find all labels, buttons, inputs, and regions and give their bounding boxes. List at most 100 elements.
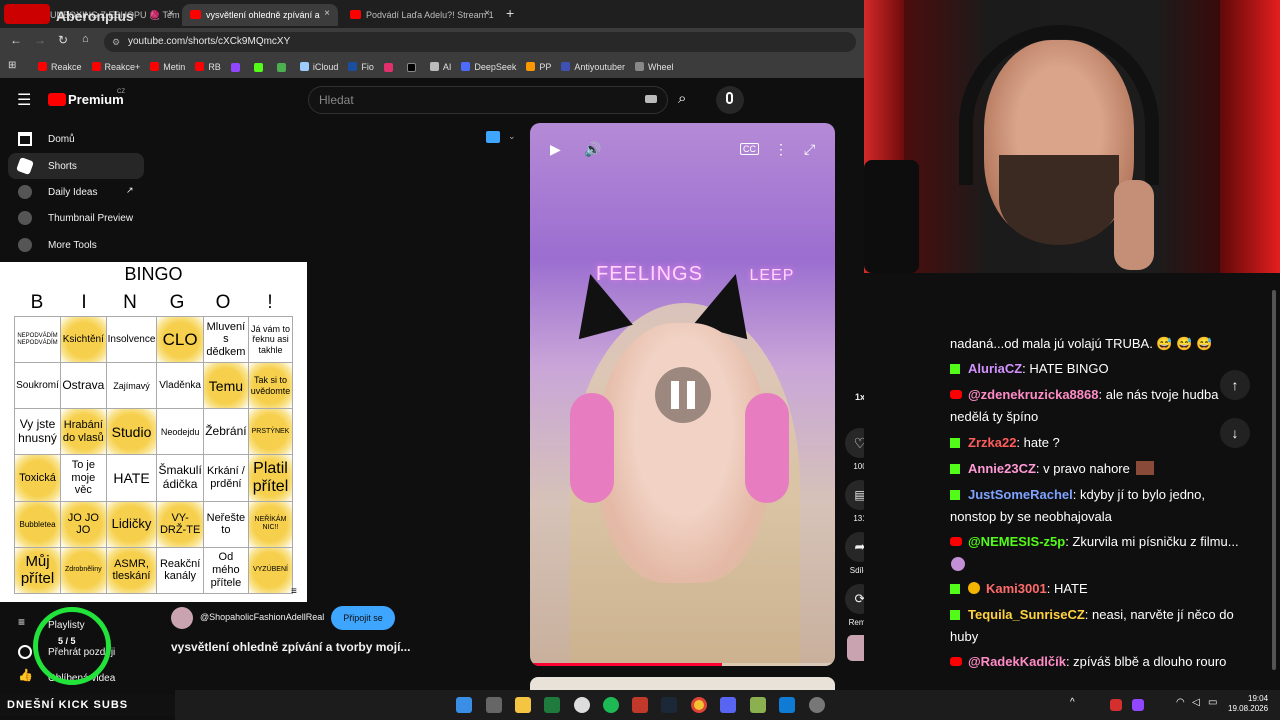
bookmark-wheel[interactable]: Wheel (634, 62, 673, 72)
youtube-logo-icon[interactable] (48, 93, 66, 106)
obs-icon[interactable] (809, 697, 825, 713)
sidebar-item-thumbnail-preview[interactable]: Thumbnail Preview (8, 205, 144, 231)
bookmark-label: RB (208, 62, 221, 72)
bookmark-ai[interactable]: AI (429, 62, 451, 72)
reload-icon[interactable]: ↻ (58, 33, 68, 47)
chevron-up-icon[interactable]: ^ (1070, 697, 1075, 708)
sidebar-item-daily-ideas[interactable]: Daily Ideas ↗ (8, 179, 144, 205)
video-progress-bar[interactable] (530, 663, 835, 666)
app-icon[interactable] (750, 697, 766, 713)
volume-icon[interactable]: ◁ (1192, 697, 1200, 708)
bingo-row: NEPODVÁDÍM NEPODVÁDÍM Ksichtění Insolven… (13, 315, 294, 364)
bookmark-antiyoutuber[interactable]: Antiyoutuber (561, 62, 625, 72)
sidebar-item-label: Domů (48, 133, 75, 145)
edge-icon[interactable] (779, 697, 795, 713)
keyboard-icon[interactable] (645, 95, 657, 103)
search-input[interactable]: Hledat (308, 86, 668, 114)
video-title[interactable]: vysvětlení ohledně zpívání a tvorby mojí… (171, 640, 410, 654)
close-tab-icon[interactable]: × (324, 8, 330, 19)
extension-badge-icon[interactable] (486, 131, 500, 143)
forward-icon[interactable]: → (34, 33, 46, 47)
bookmark-fio[interactable]: Fio (348, 62, 374, 72)
file-explorer-icon[interactable] (515, 697, 531, 713)
url-field[interactable]: ⚙ youtube.com/shorts/cXCk9MQmcXY (104, 32, 856, 52)
chat-scrollbar[interactable] (1272, 290, 1276, 670)
windows-start-icon[interactable] (456, 697, 472, 713)
previous-short-button[interactable]: ↑ (1220, 370, 1250, 400)
channel-avatar[interactable] (171, 607, 193, 629)
bookmark-pp[interactable]: PP (526, 62, 551, 72)
chrome-icon[interactable] (691, 697, 707, 713)
close-tab-icon[interactable]: × (168, 8, 174, 19)
wifi-icon[interactable]: ◠ (1176, 697, 1185, 708)
bookmark-label: Antiyoutuber (574, 62, 625, 72)
bingo-cell-marked: JO JO JO (60, 500, 107, 548)
twitch-icon[interactable] (230, 62, 240, 72)
fullscreen-icon[interactable]: ⤢ (804, 141, 815, 158)
shorts-video-player[interactable]: FEELINGS LEEP ▶ 🔊 CC ⋮ ⤢ (530, 123, 835, 666)
play-icon[interactable]: ▶ (550, 141, 561, 158)
chevron-down-icon[interactable]: ⌄ (508, 131, 516, 142)
sidebar-item-home[interactable]: Domů (8, 126, 144, 152)
channel-name[interactable]: @ShopaholicFashionAdellReal (200, 612, 324, 622)
youtube-icon (950, 657, 962, 666)
premium-logo-text[interactable]: Premium (68, 92, 124, 107)
apps-grid-icon[interactable]: ⊞ (8, 60, 16, 71)
join-button[interactable]: Připojit se (331, 606, 395, 630)
task-view-icon[interactable] (486, 697, 502, 713)
pause-button[interactable] (655, 367, 711, 423)
discord-icon[interactable] (720, 697, 736, 713)
bingo-cell: Já vám to řeknu asi takhle (247, 315, 294, 364)
bookmark-reakce[interactable]: Reakce (38, 62, 82, 72)
menu-icon[interactable]: ☰ (17, 90, 31, 110)
bingo-letter: O (215, 292, 231, 313)
voice-search-button[interactable] (716, 86, 744, 114)
home-icon[interactable]: ⌂ (82, 33, 89, 45)
bookmark-metin[interactable]: Metin (150, 62, 185, 72)
app-icon[interactable] (632, 697, 648, 713)
back-icon[interactable]: ← (10, 33, 22, 47)
playlist-icon: ≡ (18, 615, 26, 629)
chat-text: huby (950, 629, 979, 644)
site-info-icon[interactable]: ⚙ (112, 32, 120, 52)
steam-icon[interactable] (661, 697, 677, 713)
bookmark-reakce-plus[interactable]: Reakce+ (91, 62, 140, 72)
clock-time: 19:04 (1248, 694, 1269, 703)
battery-icon[interactable]: ▭ (1208, 697, 1217, 708)
volume-icon[interactable]: 🔊 (584, 141, 601, 158)
kick-subs-banner: DNEŠNÍ KICK SUBS (0, 694, 175, 716)
bookmark-deepseek[interactable]: DeepSeek (461, 62, 516, 72)
spotify-icon[interactable] (603, 697, 619, 713)
tab-active-video[interactable]: vysvětlení ohledně zpívání a × (182, 4, 338, 26)
tray-app-icon[interactable] (1132, 699, 1144, 711)
next-short-button[interactable]: ↓ (1220, 418, 1250, 448)
close-tab-icon[interactable]: × (484, 8, 490, 19)
tray-app-icon[interactable] (1110, 699, 1122, 711)
chat-message: Tequila_SunriseCZ: neasi, narvěte jí něc… (950, 604, 1234, 626)
tiktok-icon[interactable] (406, 62, 416, 72)
bingo-cell: Zajímavý (105, 362, 158, 410)
next-short-preview[interactable] (530, 677, 835, 691)
sidebar-item-shorts[interactable]: Shorts (8, 153, 144, 179)
excel-icon[interactable] (544, 697, 560, 713)
browser-tab-strip: UNBOXING Z ESHOPU 🧶 Tem × vysvětlení ohl… (0, 0, 864, 28)
instagram-icon[interactable] (383, 62, 393, 72)
captions-icon[interactable]: CC (740, 143, 759, 155)
pause-icon (687, 381, 695, 409)
search-icon[interactable]: ⌕ (678, 90, 686, 107)
system-clock[interactable]: 19:04 19.08.2026 (1228, 694, 1268, 714)
bookmark-rb[interactable]: RB (195, 62, 221, 72)
bingo-cell-marked: ASMR, tleskání (105, 546, 158, 595)
more-vert-icon[interactable]: ⋮ (774, 141, 788, 158)
sidebar-item-more-tools[interactable]: More Tools (8, 232, 144, 258)
bingo-cell: Krkání / prdění (202, 454, 249, 502)
app-icon[interactable] (574, 697, 590, 713)
kick-icon[interactable] (253, 62, 263, 72)
bingo-letter: B (30, 292, 44, 313)
tab-stream[interactable]: Podvádí Laďa Adelu?! Stream 1 × (342, 4, 498, 26)
new-tab-button[interactable]: + (506, 5, 514, 21)
chat-message: AluriaCZ: HATE BINGO (950, 358, 1109, 380)
menu-lines-icon[interactable]: ≡ (291, 586, 297, 597)
bookmark-icloud[interactable]: iCloud (299, 62, 338, 72)
drive-icon[interactable] (276, 62, 286, 72)
